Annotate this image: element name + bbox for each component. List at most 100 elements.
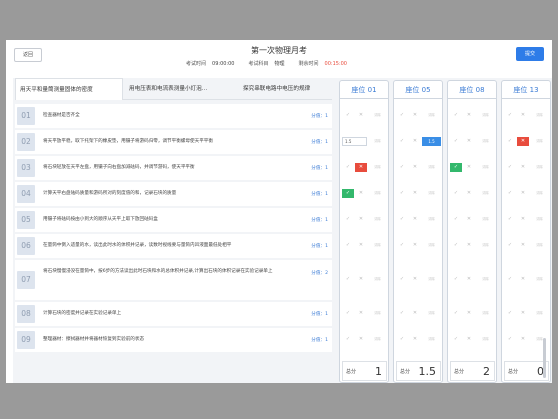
clear-button[interactable]: 清除 <box>422 335 441 344</box>
clear-button[interactable]: 清除 <box>422 111 441 120</box>
cross-icon[interactable]: ✕ <box>409 189 421 198</box>
cross-icon[interactable]: ✕ <box>409 241 421 250</box>
check-icon[interactable]: ✓ <box>450 335 462 344</box>
cross-icon[interactable]: ✕ <box>463 335 475 344</box>
cross-icon[interactable]: ✕ <box>517 275 529 284</box>
cross-icon[interactable]: ✕ <box>517 111 529 120</box>
cross-icon[interactable]: ✕ <box>355 275 367 284</box>
check-icon[interactable]: ✓ <box>504 275 516 284</box>
check-icon[interactable]: ✓ <box>396 335 408 344</box>
clear-button[interactable]: 清除 <box>422 275 441 284</box>
clear-button[interactable]: 清除 <box>368 215 387 224</box>
clear-button[interactable]: 清除 <box>422 241 441 250</box>
cross-icon[interactable]: ✕ <box>517 241 529 250</box>
cross-icon[interactable]: ✕ <box>463 275 475 284</box>
check-icon[interactable]: ✓ <box>396 137 408 146</box>
clear-button[interactable]: 清除 <box>530 163 549 172</box>
clear-button[interactable]: 清除 <box>476 215 495 224</box>
score-input[interactable]: 1.5 <box>342 136 367 146</box>
check-icon[interactable]: ✓ <box>450 215 462 224</box>
clear-button[interactable]: 清除 <box>476 241 495 250</box>
cross-icon[interactable]: ✕ <box>409 215 421 224</box>
check-icon[interactable]: ✓ <box>396 215 408 224</box>
clear-button[interactable]: 清除 <box>368 241 387 250</box>
cross-icon[interactable]: ✕ <box>463 309 475 318</box>
clear-button[interactable]: 清除 <box>368 189 387 198</box>
check-icon[interactable]: ✓ <box>504 241 516 250</box>
cross-icon[interactable]: ✕ <box>355 241 367 250</box>
cross-icon[interactable]: ✕ <box>355 215 367 224</box>
check-icon[interactable]: ✓ <box>504 189 516 198</box>
cross-icon[interactable]: ✕ <box>355 335 367 344</box>
submit-button[interactable]: 提交 <box>516 47 544 61</box>
check-icon[interactable]: ✓ <box>504 111 516 120</box>
clear-button[interactable]: 清除 <box>476 189 495 198</box>
cross-icon[interactable]: ✕ <box>463 163 475 172</box>
cross-icon[interactable]: ✕ <box>517 309 529 318</box>
cross-icon[interactable]: ✕ <box>463 189 475 198</box>
check-icon[interactable]: ✓ <box>396 275 408 284</box>
check-icon[interactable]: ✓ <box>450 137 462 146</box>
check-icon[interactable]: ✓ <box>504 335 516 344</box>
clear-button[interactable]: 清除 <box>368 111 387 120</box>
check-icon[interactable]: ✓ <box>342 335 354 344</box>
cross-icon[interactable]: ✕ <box>355 189 367 198</box>
partial-score-button[interactable]: 1.5 <box>422 136 441 146</box>
clear-button[interactable]: 清除 <box>422 163 441 172</box>
clear-button[interactable]: 清除 <box>476 335 495 344</box>
check-icon[interactable]: ✓ <box>450 162 462 172</box>
check-icon[interactable]: ✓ <box>342 188 354 198</box>
check-icon[interactable]: ✓ <box>504 137 516 146</box>
check-icon[interactable]: ✓ <box>342 275 354 284</box>
check-icon[interactable]: ✓ <box>342 241 354 250</box>
check-icon[interactable]: ✓ <box>342 163 354 172</box>
check-icon[interactable]: ✓ <box>450 275 462 284</box>
clear-button[interactable]: 清除 <box>476 137 495 146</box>
clear-button[interactable]: 清除 <box>422 309 441 318</box>
cross-icon[interactable]: ✕ <box>517 335 529 344</box>
clear-button[interactable]: 清除 <box>530 111 549 120</box>
clear-button[interactable]: 清除 <box>530 215 549 224</box>
check-icon[interactable]: ✓ <box>342 215 354 224</box>
clear-button[interactable]: 清除 <box>530 275 549 284</box>
cross-icon[interactable]: ✕ <box>517 136 529 146</box>
check-icon[interactable]: ✓ <box>450 241 462 250</box>
cross-icon[interactable]: ✕ <box>409 309 421 318</box>
check-icon[interactable]: ✓ <box>450 189 462 198</box>
tab-series-voltage[interactable]: 探究串联电路中电压的规律 <box>239 78 332 100</box>
clear-button[interactable]: 清除 <box>422 189 441 198</box>
cross-icon[interactable]: ✕ <box>409 111 421 120</box>
tab-density[interactable]: 用天平和量筒测量固体的密度 <box>15 78 123 100</box>
clear-button[interactable]: 清除 <box>422 215 441 224</box>
cross-icon[interactable]: ✕ <box>409 275 421 284</box>
clear-button[interactable]: 清除 <box>368 335 387 344</box>
clear-button[interactable]: 清除 <box>530 137 549 146</box>
check-icon[interactable]: ✓ <box>342 111 354 120</box>
check-icon[interactable]: ✓ <box>450 111 462 120</box>
check-icon[interactable]: ✓ <box>396 189 408 198</box>
cross-icon[interactable]: ✕ <box>355 309 367 318</box>
cross-icon[interactable]: ✕ <box>463 241 475 250</box>
cross-icon[interactable]: ✕ <box>355 162 367 172</box>
cross-icon[interactable]: ✕ <box>517 189 529 198</box>
clear-button[interactable]: 清除 <box>476 309 495 318</box>
check-icon[interactable]: ✓ <box>396 241 408 250</box>
clear-button[interactable]: 清除 <box>368 163 387 172</box>
cross-icon[interactable]: ✕ <box>463 111 475 120</box>
clear-button[interactable]: 清除 <box>530 309 549 318</box>
check-icon[interactable]: ✓ <box>396 309 408 318</box>
check-icon[interactable]: ✓ <box>504 309 516 318</box>
cross-icon[interactable]: ✕ <box>517 163 529 172</box>
cross-icon[interactable]: ✕ <box>409 137 421 146</box>
check-icon[interactable]: ✓ <box>396 163 408 172</box>
scrollbar[interactable] <box>543 338 546 378</box>
check-icon[interactable]: ✓ <box>396 111 408 120</box>
cross-icon[interactable]: ✕ <box>355 111 367 120</box>
cross-icon[interactable]: ✕ <box>409 335 421 344</box>
clear-button[interactable]: 清除 <box>368 137 387 146</box>
check-icon[interactable]: ✓ <box>504 215 516 224</box>
clear-button[interactable]: 清除 <box>476 275 495 284</box>
cross-icon[interactable]: ✕ <box>409 163 421 172</box>
cross-icon[interactable]: ✕ <box>463 137 475 146</box>
clear-button[interactable]: 清除 <box>530 335 549 344</box>
